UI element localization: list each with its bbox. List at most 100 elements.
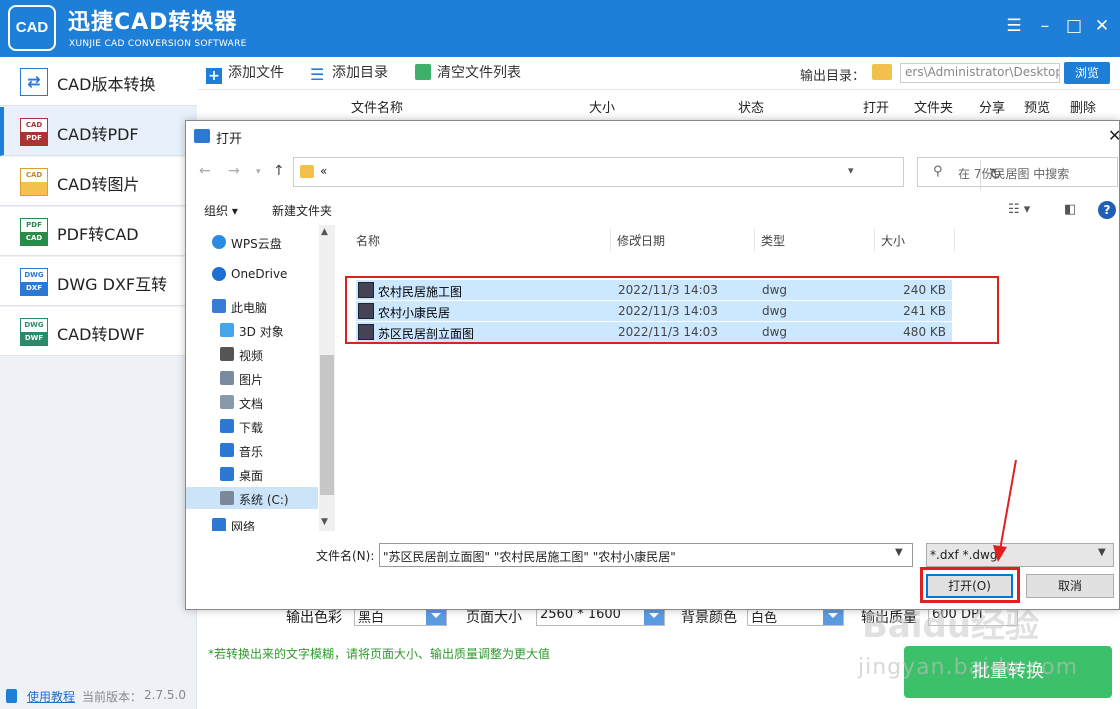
main-toolbar: + 添加文件 ☰ 添加目录 清空文件列表 输出目录： ers\Administrat… bbox=[198, 57, 1120, 90]
col-preview: 预览 bbox=[1024, 101, 1051, 116]
sidebar-item-label: PDF转CAD bbox=[57, 225, 139, 244]
tree-item-system-c[interactable]: 系统 (C:) bbox=[186, 487, 318, 509]
tree-item-onedrive[interactable]: OneDrive bbox=[186, 263, 318, 285]
view-options-icon[interactable]: ☷ ▾ bbox=[1008, 202, 1030, 217]
open-file-dialog: 打开 ✕ ← → ▾ ↑ « ▾ ↻ ⚲ 在 7份民居图 中搜索 组织 ▾ 新建… bbox=[185, 120, 1120, 610]
col-modified[interactable]: 修改日期 bbox=[617, 232, 665, 249]
tree-item-pictures[interactable]: 图片 bbox=[186, 367, 318, 389]
organize-menu[interactable]: 组织 ▾ bbox=[204, 202, 238, 219]
video-icon bbox=[220, 347, 234, 361]
forward-icon[interactable]: → bbox=[228, 163, 240, 179]
col-folder: 文件夹 bbox=[914, 101, 954, 116]
sidebar-item-cad-to-image[interactable]: CAD CAD转图片 bbox=[0, 157, 197, 206]
drive-icon bbox=[220, 491, 234, 505]
tree-item-music[interactable]: 音乐 bbox=[186, 439, 318, 461]
close-icon[interactable]: ✕ bbox=[1090, 14, 1114, 38]
address-bar[interactable]: « ▾ ↻ bbox=[293, 157, 1002, 190]
col-type[interactable]: 类型 bbox=[761, 232, 785, 249]
col-size[interactable]: 大小 bbox=[881, 232, 905, 249]
new-folder-button[interactable]: 新建文件夹 bbox=[272, 202, 332, 219]
sidebar-item-dwg-dxf[interactable]: DWG DXF DWG DXF互转 bbox=[0, 257, 197, 306]
sidebar-footer: 使用教程 当前版本： 2.7.5.0 bbox=[0, 682, 197, 709]
cad-version-icon: ⇄ bbox=[20, 68, 48, 96]
col-filename: 文件名称 bbox=[351, 101, 404, 116]
navigation-tree: WPS云盘 OneDrive 此电脑 3D 对象 视频 图片 文档 下载 音乐 … bbox=[186, 225, 336, 531]
sidebar-item-cad-to-pdf[interactable]: CAD PDF CAD转PDF bbox=[0, 107, 197, 156]
version-number: 2.7.5.0 bbox=[144, 688, 186, 702]
list-icon: ☰ bbox=[310, 65, 325, 84]
minimize-icon[interactable]: – bbox=[1033, 14, 1057, 38]
chevron-up-icon[interactable]: ▲ bbox=[321, 227, 328, 237]
tree-item-documents[interactable]: 文档 bbox=[186, 391, 318, 413]
tree-item-desktop[interactable]: 桌面 bbox=[186, 463, 318, 485]
col-size: 大小 bbox=[589, 101, 616, 116]
chevron-down-icon[interactable]: ▼ bbox=[1098, 547, 1106, 558]
chevron-down-icon[interactable]: ▼ bbox=[895, 547, 903, 558]
broom-icon bbox=[415, 64, 431, 80]
maximize-icon[interactable]: □ bbox=[1062, 14, 1086, 38]
folder-icon bbox=[872, 64, 892, 80]
help-link[interactable]: 使用教程 bbox=[27, 688, 75, 705]
tree-item-videos[interactable]: 视频 bbox=[186, 343, 318, 365]
col-name[interactable]: 名称 bbox=[356, 232, 380, 249]
watermark-url: jingyan.baidu.com bbox=[858, 655, 1079, 680]
filename-label: 文件名(N): bbox=[316, 549, 375, 563]
computer-icon bbox=[212, 299, 226, 313]
search-icon: ⚲ bbox=[933, 164, 943, 179]
file-type-select[interactable]: *.dxf *.dwg bbox=[926, 543, 1114, 567]
chevron-down-icon[interactable]: ▾ bbox=[848, 164, 854, 177]
desktop-icon bbox=[220, 467, 234, 481]
tree-scrollbar[interactable]: ▲ ▼ bbox=[319, 225, 335, 531]
tree-item-wps-cloud[interactable]: WPS云盘 bbox=[186, 231, 318, 253]
picture-icon bbox=[220, 371, 234, 385]
chevron-down-icon[interactable]: ▼ bbox=[321, 517, 328, 527]
dialog-nav-row: ← → ▾ ↑ « ▾ ↻ ⚲ 在 7份民居图 中搜索 bbox=[186, 155, 1119, 190]
clear-list-button[interactable]: 清空文件列表 bbox=[415, 64, 521, 84]
document-icon bbox=[220, 395, 234, 409]
pdf-to-cad-icon: PDF CAD bbox=[20, 218, 48, 246]
search-input[interactable]: ⚲ 在 7份民居图 中搜索 bbox=[917, 157, 1118, 187]
cube-icon bbox=[220, 323, 234, 337]
sidebar-item-label: CAD转PDF bbox=[57, 125, 139, 144]
sidebar: ⇄ CAD版本转换 CAD PDF CAD转PDF CAD CAD转图片 PDF C… bbox=[0, 57, 197, 709]
sidebar-item-cad-to-dwf[interactable]: DWG DWF CAD转DWF bbox=[0, 307, 197, 356]
col-share: 分享 bbox=[979, 101, 1006, 116]
file-table-header: 文件名称 大小 状态 打开 文件夹 分享 预览 删除 bbox=[198, 90, 1120, 120]
sidebar-item-pdf-to-cad[interactable]: PDF CAD PDF转CAD bbox=[0, 207, 197, 256]
browse-button[interactable]: 浏览 bbox=[1064, 62, 1110, 84]
preview-pane-icon[interactable]: ◧ bbox=[1064, 202, 1076, 217]
scrollbar-thumb[interactable] bbox=[320, 355, 334, 495]
address-text: « bbox=[320, 164, 328, 178]
up-icon[interactable]: ↑ bbox=[273, 163, 285, 179]
app-title: 迅捷CAD转换器 bbox=[68, 10, 238, 35]
hint-text: *若转换出来的文字模糊，请将页面大小、输出质量调整为更大值 bbox=[208, 647, 551, 661]
chevron-down-icon[interactable]: ▾ bbox=[256, 167, 261, 177]
book-icon bbox=[6, 689, 17, 703]
help-icon[interactable]: ? bbox=[1098, 201, 1116, 219]
tree-item-network[interactable]: 网络 bbox=[186, 514, 318, 531]
network-icon bbox=[212, 518, 226, 531]
download-icon bbox=[220, 419, 234, 433]
sidebar-item-cad-version[interactable]: ⇄ CAD版本转换 bbox=[0, 57, 197, 106]
close-icon[interactable]: ✕ bbox=[1108, 126, 1120, 145]
file-list-header: ∧ 名称 修改日期 类型 大小 bbox=[346, 229, 1119, 251]
bg-color-label: 背景颜色 bbox=[681, 610, 737, 626]
color-label: 输出色彩 bbox=[286, 610, 342, 626]
dialog-titlebar: 打开 ✕ bbox=[186, 121, 1120, 151]
tree-item-this-pc[interactable]: 此电脑 bbox=[186, 295, 318, 317]
col-status: 状态 bbox=[738, 101, 765, 116]
output-path-field[interactable]: ers\Administrator\Desktop bbox=[900, 63, 1060, 83]
cloud-icon bbox=[212, 235, 226, 249]
filename-input[interactable]: "苏区民居剖立面图" "农村民居施工图" "农村小康民居" bbox=[379, 543, 913, 567]
tree-item-downloads[interactable]: 下载 bbox=[186, 415, 318, 437]
page-size-label: 页面大小 bbox=[466, 610, 522, 626]
back-icon[interactable]: ← bbox=[199, 163, 211, 179]
tree-item-3d-objects[interactable]: 3D 对象 bbox=[186, 319, 318, 341]
dialog-command-bar: 组织 ▾ 新建文件夹 ☷ ▾ ◧ ? bbox=[186, 195, 1119, 225]
cancel-button[interactable]: 取消 bbox=[1026, 574, 1114, 598]
app-logo: CAD bbox=[8, 5, 56, 51]
onedrive-icon bbox=[212, 267, 226, 281]
add-directory-button[interactable]: ☰ 添加目录 bbox=[310, 64, 388, 84]
add-file-button[interactable]: + 添加文件 bbox=[206, 64, 284, 84]
settings-menu-icon[interactable]: ☰ bbox=[1002, 14, 1026, 38]
